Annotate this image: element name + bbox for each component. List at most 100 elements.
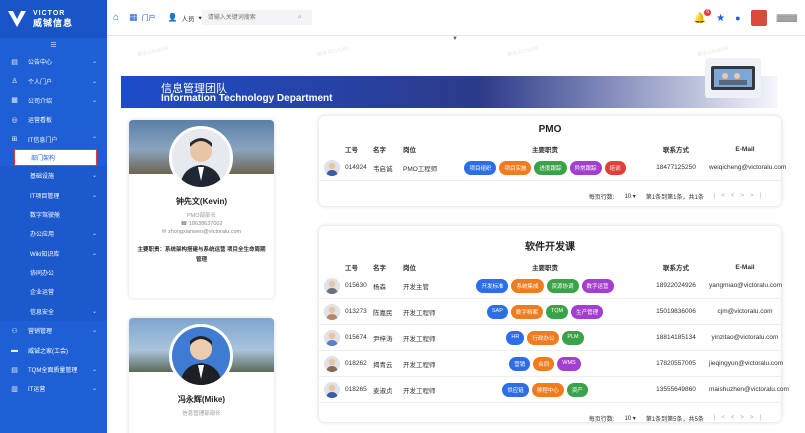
- duty-tag[interactable]: SAP: [486, 304, 508, 319]
- per-page-select[interactable]: 10 ▾: [624, 193, 635, 200]
- sidebar-item-5[interactable]: 部门架构: [14, 148, 97, 166]
- sidebar-collapse-icon[interactable]: ☰: [0, 38, 107, 52]
- duty-tag[interactable]: 资源协调: [546, 278, 579, 293]
- duty-tag[interactable]: 数字运营: [581, 278, 614, 293]
- duty-tag[interactable]: PLM: [562, 330, 584, 345]
- leader-photo: [169, 126, 233, 190]
- sidebar-item-3[interactable]: ◎ 运营看板: [0, 110, 107, 129]
- sidebar-item-8[interactable]: 数字驾驶舱: [0, 204, 107, 225]
- portal-menu[interactable]: ▦ 门户: [129, 12, 156, 23]
- duty-tag[interactable]: 数字档案: [510, 304, 543, 319]
- duty-tag[interactable]: 进度跟踪: [534, 160, 567, 175]
- sidebar-item-label: 协同办公: [30, 271, 55, 278]
- duty-tag[interactable]: 项目实施: [499, 160, 532, 175]
- duty-tag[interactable]: 开发标准: [476, 278, 509, 293]
- sidebar-item-0[interactable]: ▤ 公告中心 ⌄: [0, 52, 107, 71]
- duty-tag[interactable]: 资产: [566, 382, 588, 397]
- sidebar-item-11[interactable]: 协同办公: [0, 262, 107, 283]
- duty-tag[interactable]: 营销: [509, 356, 531, 371]
- duty-tag[interactable]: WMS: [557, 356, 581, 371]
- user-name-blurred[interactable]: ▓▓▓▓: [777, 15, 797, 22]
- search-type-select[interactable]: 👤 人员 ▾: [168, 13, 202, 23]
- employee-post: PMO工程师: [403, 165, 438, 173]
- sidebar-item-10[interactable]: Wiki知识库 ⌄: [0, 243, 107, 263]
- search-icon[interactable]: ⌕: [298, 14, 302, 22]
- globe-icon[interactable]: ●: [735, 13, 740, 23]
- chevron-down-icon[interactable]: ▼: [452, 36, 458, 42]
- next-page-icon[interactable]: >: [740, 415, 750, 421]
- sidebar-item-6[interactable]: 基础设施 ⌄: [0, 165, 107, 186]
- notification-bell-icon[interactable]: 🔔 6: [694, 8, 712, 24]
- prev-page-icon[interactable]: <: [731, 415, 741, 421]
- leader-card[interactable]: 冯永辉(Mike) 信息管理部部长: [129, 318, 274, 433]
- sidebar-item-label: 办公应用: [30, 232, 55, 239]
- first-page-icon[interactable]: |<: [714, 415, 731, 421]
- duty-tag[interactable]: 系统集成: [511, 278, 544, 293]
- prev-page-icon[interactable]: <: [731, 193, 741, 199]
- sidebar-item-15[interactable]: ▬ 威铖之家(工会): [0, 340, 107, 359]
- sidebar-item-2[interactable]: ▦ 公司介绍 ⌄: [0, 91, 107, 110]
- sidebar-item-label: 部门架构: [31, 155, 56, 162]
- table-row[interactable]: 018265 麦淑贞 开发工程师 供应链 排程中心 资产 13555649860 maishu…: [319, 377, 789, 403]
- chevron-down-icon: ⌄: [91, 308, 97, 315]
- duty-tag[interactable]: 供应链: [502, 382, 529, 397]
- search-input[interactable]: [201, 10, 312, 25]
- duty-tag[interactable]: 合同: [533, 356, 555, 371]
- home-icon[interactable]: ⌂: [113, 12, 119, 23]
- duty-tag[interactable]: 行政办公: [527, 330, 560, 345]
- home2-icon: ▬: [11, 346, 18, 354]
- table-row[interactable]: 015674 尹梓涛 开发工程师 HR 行政办公 PLM 18814185134 yinzit…: [319, 325, 781, 351]
- per-page-select[interactable]: 10 ▾: [624, 415, 635, 422]
- logo[interactable]: VICTOR 威铖信息: [0, 0, 107, 38]
- book-icon: ▥: [11, 385, 18, 393]
- employee-name: 杨森: [373, 283, 386, 291]
- table-row[interactable]: 013273 陈嘉民 开发工程师 SAP 数字档案 TQM 生产管理 15019836006 c…: [319, 299, 781, 325]
- first-page-icon[interactable]: |<: [714, 193, 731, 199]
- duty-tags: SAP 数字档案 TQM 生产管理: [447, 304, 643, 319]
- sidebar-item-14[interactable]: ⚇ 营销管理 ⌄: [0, 321, 107, 340]
- notification-badge: 6: [704, 8, 712, 16]
- avatar: [324, 381, 340, 398]
- last-page-icon[interactable]: >|: [750, 193, 767, 199]
- avatar-cell: [319, 159, 345, 176]
- employee-id: 015630: [345, 282, 367, 289]
- sidebar-item-4[interactable]: ⊞ IT信息门户 ⌃: [0, 130, 107, 149]
- user-avatar[interactable]: [750, 10, 767, 26]
- next-page-icon[interactable]: >: [740, 193, 750, 199]
- last-page-icon[interactable]: >|: [750, 415, 767, 421]
- duty-tag[interactable]: 排程中心: [531, 382, 564, 397]
- sidebar-item-label: 数字驾驶舱: [30, 212, 61, 219]
- table-row[interactable]: 018262 揭青云 开发工程师 营销 合同 WMS 17820557005 jieqingy…: [319, 351, 783, 377]
- employee-email: yinzitao@victoralu.com: [711, 334, 779, 341]
- sidebar-item-9[interactable]: 办公应用 ⌄: [0, 224, 107, 244]
- header-duty: 主要职责: [532, 265, 558, 272]
- sidebar-item-1[interactable]: ♙ 个人门户 ⌄: [0, 71, 107, 90]
- sidebar-nav: ▤ 公告中心 ⌄ ♙ 个人门户 ⌄ ▦ 公司介绍 ⌄ ◎ 运营看板 ⊞ IT信息门户 ⌃ 部门架构基础设施 ⌄…: [0, 52, 107, 399]
- sidebar-item-7[interactable]: IT项目管理 ⌄: [0, 185, 107, 205]
- sidebar-item-label: IT信息门户: [28, 137, 58, 144]
- sidebar-item-label: 营销管理: [28, 329, 53, 336]
- page-nav: |<<>>|: [714, 415, 767, 421]
- table-row[interactable]: 015630 杨森 开发主管 开发标准 系统集成 资源协调 数字运营 18922024926 y…: [319, 273, 782, 299]
- dashboard-icon: ◎: [11, 116, 18, 124]
- duty-tag[interactable]: 生产管理: [571, 304, 604, 319]
- duty-tag[interactable]: 项目组织: [464, 160, 497, 175]
- table-row[interactable]: 014924 韦启诚 PMO工程师 项目组织 项目实施 进度跟踪 异常跟踪 培训 1847712…: [319, 155, 786, 181]
- sidebar-item-label: TQM全面质量管理: [28, 368, 78, 375]
- duty-tag[interactable]: HR: [506, 330, 525, 345]
- sidebar-item-17[interactable]: ▥ IT运营 ⌄: [0, 379, 107, 398]
- sidebar-item-12[interactable]: 企业运营: [0, 282, 107, 302]
- sidebar-item-16[interactable]: ▤ TQM全面质量管理 ⌄: [0, 360, 107, 379]
- employee-post: 开发主管: [403, 283, 429, 291]
- chevron-down-icon: ⌄: [91, 386, 97, 393]
- employee-name: 麦淑贞: [373, 387, 393, 395]
- favorite-star-icon[interactable]: ★: [716, 13, 725, 24]
- sidebar-item-label: IT运营: [28, 387, 46, 394]
- duty-tag[interactable]: 培训: [604, 160, 626, 175]
- dept-title: 软件开发课: [525, 242, 575, 253]
- sidebar-item-label: 威铖之家(工会): [28, 348, 68, 355]
- duty-tag[interactable]: TQM: [545, 304, 569, 319]
- leader-card[interactable]: 钟先文(Kevin) PMO部部长 ☎ 18638637002 ✉ zhongx…: [129, 120, 274, 298]
- duty-tag[interactable]: 异常跟踪: [569, 160, 602, 175]
- sidebar-item-13[interactable]: 信息安全 ⌄: [0, 301, 107, 322]
